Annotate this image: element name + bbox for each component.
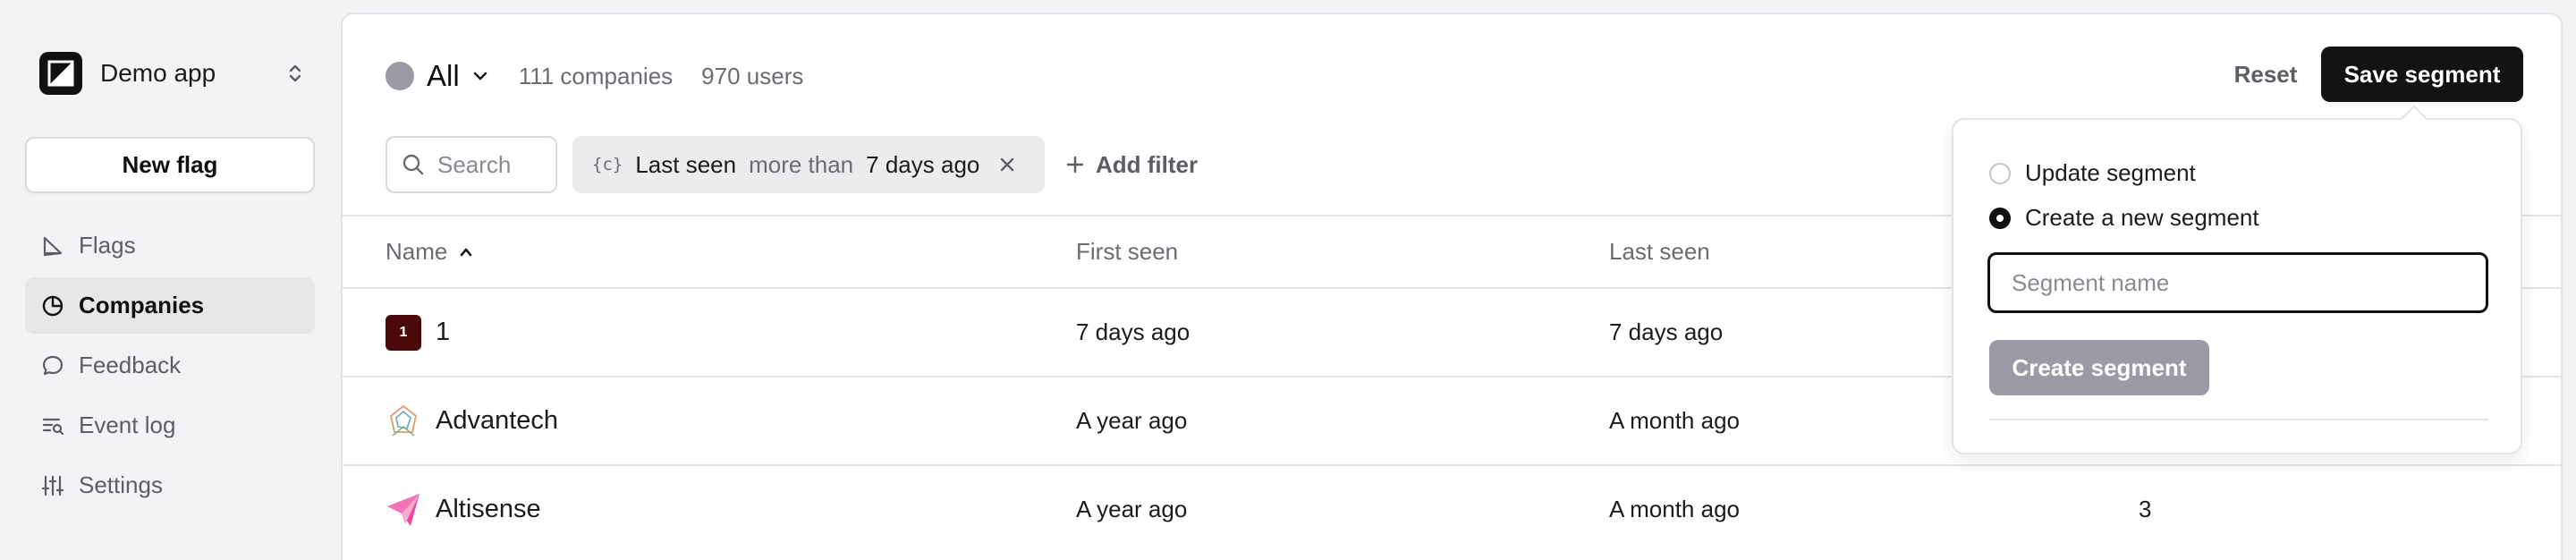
- column-header-label: Name: [386, 238, 448, 265]
- filter-operator: more than: [749, 150, 854, 178]
- radio-button-selected[interactable]: [1989, 207, 2011, 229]
- segment-title: All: [427, 59, 460, 92]
- segment-color-dot: [386, 62, 414, 90]
- save-segment-popover: Update segment Create a new segment Crea…: [1952, 105, 2522, 454]
- popover-caret: [2400, 105, 2428, 133]
- first-seen-cell: A year ago: [1076, 407, 1188, 434]
- plus-icon: [1066, 156, 1084, 174]
- sidebar-item-label: Settings: [79, 471, 163, 498]
- table-row[interactable]: Altisense A year ago A month ago 3: [343, 464, 2561, 553]
- company-name-cell: Altisense: [386, 466, 541, 553]
- app-name: Demo app: [100, 59, 216, 87]
- chevron-up-down-icon: [289, 64, 301, 82]
- users-count: 970 users: [701, 62, 804, 89]
- sidebar-item-label: Companies: [79, 292, 205, 318]
- last-seen-cell: A month ago: [1609, 407, 1740, 434]
- column-header-first-seen[interactable]: First seen: [1076, 238, 1178, 266]
- search-icon: [402, 154, 424, 175]
- pie-chart-icon: [39, 293, 66, 319]
- company-name-cell: 1 1: [386, 289, 450, 376]
- sort-ascending-icon: [461, 248, 472, 256]
- add-filter-button[interactable]: Add filter: [1065, 147, 1198, 182]
- filter-field: Last seen: [635, 150, 737, 178]
- search-box[interactable]: [386, 136, 557, 193]
- reset-button[interactable]: Reset: [2212, 47, 2319, 102]
- app-logo-icon: [39, 52, 82, 95]
- filter-chip-last-seen[interactable]: {c} Last seen more than 7 days ago: [572, 136, 1045, 193]
- company-attribute-icon: {c}: [592, 155, 623, 174]
- main-panel: All 111 companies 970 users Reset Save s…: [341, 13, 2563, 560]
- event-log-icon: [39, 412, 66, 439]
- sidebar-item-label: Flags: [79, 232, 136, 259]
- close-icon[interactable]: [997, 155, 1017, 174]
- sidebar-item-feedback[interactable]: Feedback: [25, 337, 315, 394]
- radio-create-segment[interactable]: Create a new segment: [1989, 204, 2259, 232]
- radio-update-segment[interactable]: Update segment: [1989, 159, 2196, 187]
- popover-divider: [1989, 419, 2488, 420]
- column-header-name[interactable]: Name: [386, 238, 474, 266]
- filter-value: 7 days ago: [866, 150, 980, 178]
- segment-name-input[interactable]: [1987, 252, 2488, 313]
- radio-label: Create a new segment: [2025, 204, 2259, 231]
- flag-icon: [39, 233, 66, 259]
- first-seen-cell: A year ago: [1076, 496, 1188, 522]
- app-switcher[interactable]: Demo app: [39, 50, 308, 97]
- advantech-logo-icon: [386, 403, 421, 439]
- sidebar-item-settings[interactable]: Settings: [25, 457, 315, 513]
- company-name[interactable]: 1: [436, 318, 450, 347]
- sidebar-item-event-log[interactable]: Event log: [25, 397, 315, 454]
- last-seen-cell: A month ago: [1609, 496, 1740, 522]
- sidebar-item-label: Feedback: [79, 352, 182, 378]
- column-header-label: First seen: [1076, 238, 1179, 265]
- add-filter-label: Add filter: [1096, 150, 1199, 178]
- company-name[interactable]: Advantech: [436, 406, 558, 436]
- paper-plane-icon: [386, 492, 421, 528]
- radio-label: Update segment: [2025, 159, 2196, 186]
- search-input[interactable]: [437, 150, 536, 179]
- create-segment-button[interactable]: Create segment: [1989, 340, 2209, 395]
- column-header-last-seen[interactable]: Last seen: [1609, 238, 1710, 266]
- extra-cell: 3: [2139, 496, 2152, 522]
- segment-selector[interactable]: All 111 companies 970 users: [386, 57, 803, 95]
- chat-bubble-icon: [39, 352, 66, 379]
- new-flag-button[interactable]: New flag: [25, 137, 315, 193]
- column-header-label: Last seen: [1609, 238, 1710, 265]
- company-avatar: 1: [386, 314, 421, 351]
- radio-button[interactable]: [1989, 162, 2011, 184]
- last-seen-cell: 7 days ago: [1609, 318, 1724, 345]
- company-name[interactable]: Altisense: [436, 495, 541, 524]
- company-name-cell: Advantech: [386, 378, 558, 464]
- sidebar-nav: Flags Companies Feedback Event log Setti…: [25, 217, 315, 517]
- chevron-down-icon: [473, 72, 487, 81]
- sidebar-item-label: Event log: [79, 412, 176, 438]
- sidebar-item-companies[interactable]: Companies: [25, 277, 315, 334]
- sliders-icon: [39, 472, 66, 499]
- companies-count: 111 companies: [518, 62, 674, 89]
- first-seen-cell: 7 days ago: [1076, 318, 1191, 345]
- sidebar: Demo app New flag Flags Companies Feedba…: [0, 0, 340, 560]
- sidebar-item-flags[interactable]: Flags: [25, 217, 315, 274]
- save-segment-button[interactable]: Save segment: [2321, 47, 2523, 102]
